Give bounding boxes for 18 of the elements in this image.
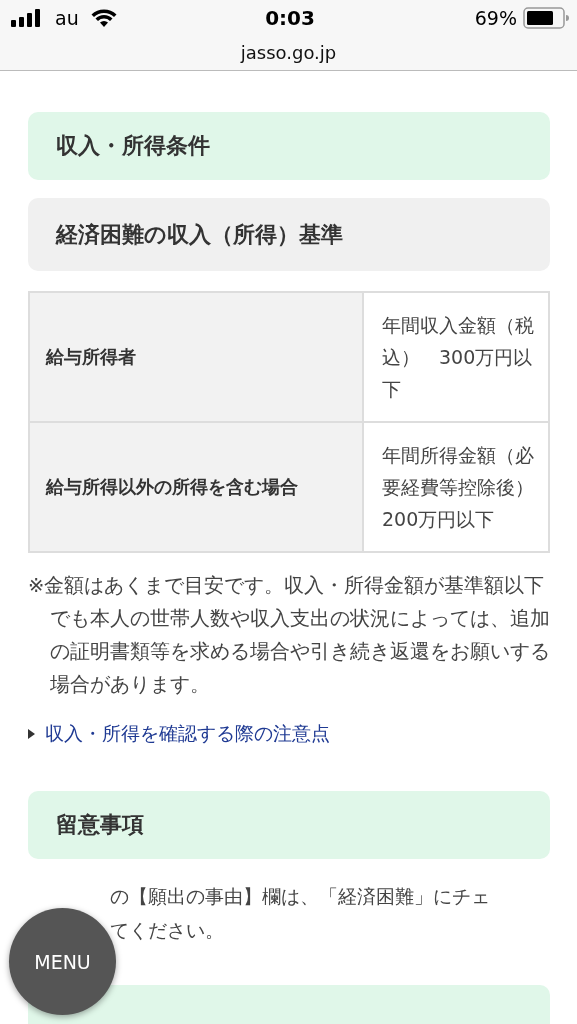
battery-percent: 69% bbox=[474, 7, 517, 29]
signal-icon bbox=[11, 9, 43, 27]
body-text: の【願出の事由】欄は、「経済困難」にチェ bbox=[110, 884, 491, 909]
table-cell: 年間所得金額（必要経費等控除後） 200万円以下 bbox=[363, 422, 549, 552]
clock: 0:03 bbox=[265, 6, 315, 30]
carrier-name: au bbox=[55, 7, 79, 29]
section-heading: 経済困難の収入（所得）基準 bbox=[28, 198, 550, 271]
wifi-icon bbox=[90, 9, 117, 27]
section-heading: 収入・所得条件 bbox=[28, 112, 550, 180]
link[interactable]: 収入・所得を確認する際の注意点 bbox=[45, 721, 330, 747]
battery-icon bbox=[523, 7, 569, 29]
triangle-icon bbox=[28, 729, 35, 739]
note-text: ※金額はあくまで目安です。収入・所得金額が基準額以下でも本人の世帯人数や収入支出の状況によっては、追加の証明書類等を求める場合や引き続き返還をお願いする場合があります。 bbox=[28, 573, 550, 698]
table-cell: 給与所得者 bbox=[29, 292, 363, 422]
section-heading: 留意事項 bbox=[28, 791, 550, 859]
address-bar[interactable]: jasso.go.jp bbox=[0, 42, 577, 63]
table-cell: 年間収入金額（税込） 300万円以下 bbox=[363, 292, 549, 422]
table-cell: 給与所得以外の所得を含む場合 bbox=[29, 422, 363, 552]
